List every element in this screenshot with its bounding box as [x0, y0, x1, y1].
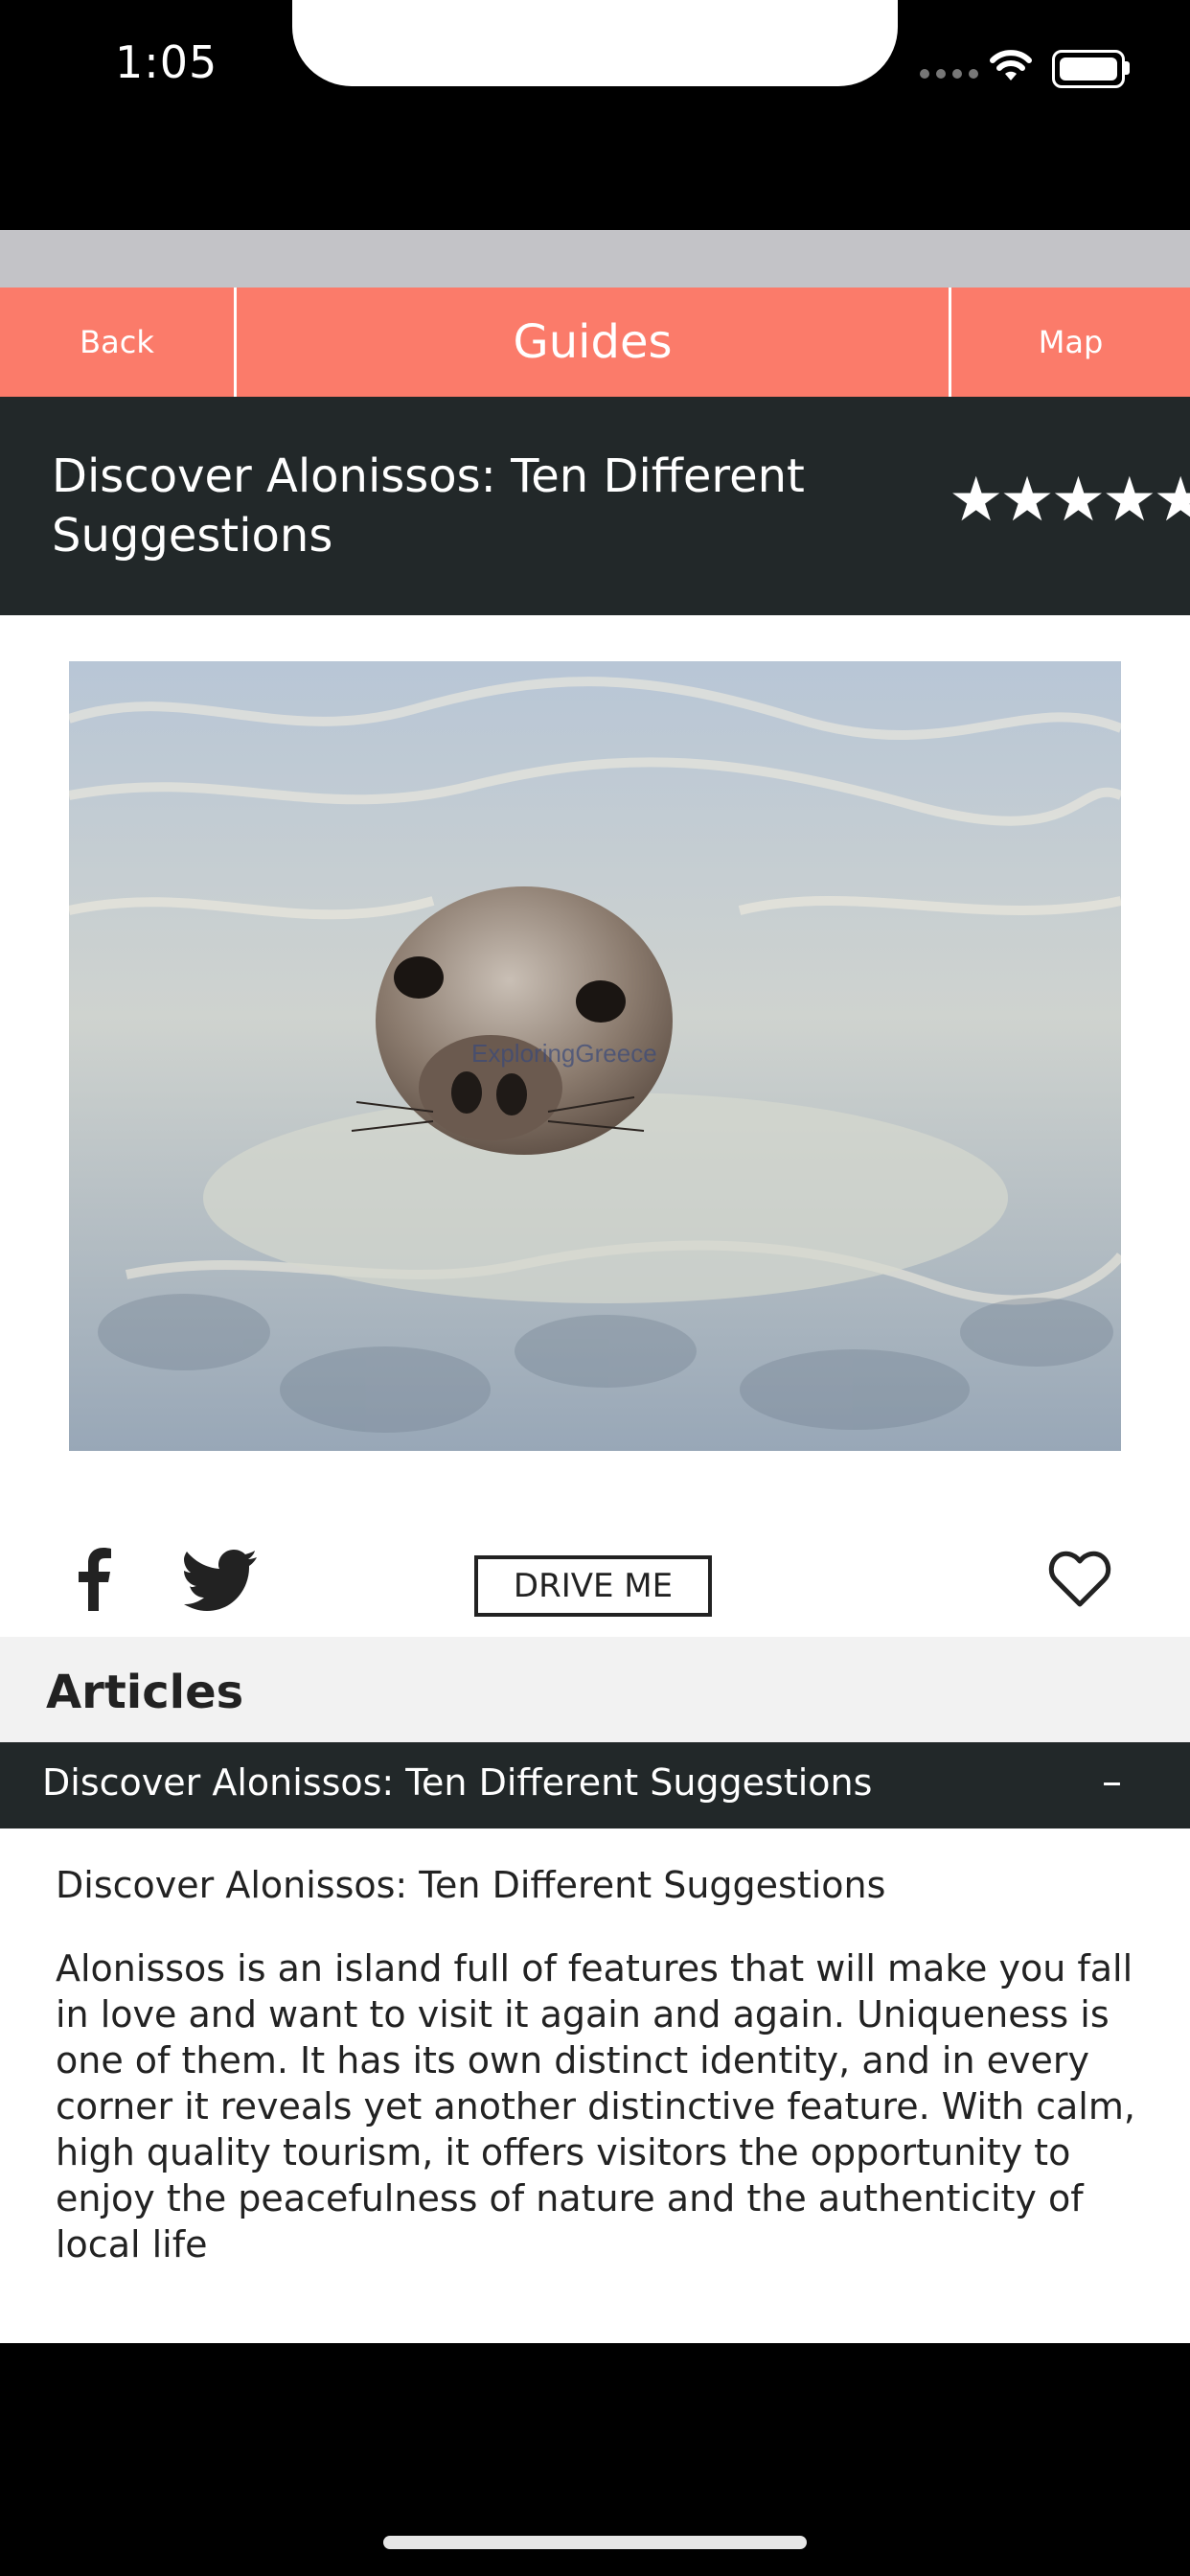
hero-watermark: ExploringGreece	[471, 1039, 657, 1068]
action-row: DRIVE ME	[0, 1471, 1190, 1617]
battery-tip	[1125, 61, 1130, 75]
rating-stars: ★★★★★	[949, 465, 1190, 536]
signal-icon	[920, 69, 978, 79]
collapse-icon[interactable]: –	[1102, 1758, 1122, 1805]
drive-me-button[interactable]: DRIVE ME	[474, 1555, 712, 1617]
article-subtitle: Discover Alonissos: Ten Different Sugges…	[56, 1864, 886, 1906]
twitter-icon[interactable]	[184, 1550, 257, 1611]
hero-image: ExploringGreece	[69, 661, 1121, 1451]
wifi-icon	[990, 50, 1032, 80]
accordion-title: Discover Alonissos: Ten Different Sugges…	[42, 1761, 873, 1804]
app-screen: Back Guides Map Discover Alonissos: Ten …	[0, 230, 1190, 2343]
articles-heading: Articles	[46, 1666, 244, 1719]
title-band: Discover Alonissos: Ten Different Sugges…	[0, 397, 1190, 615]
back-button[interactable]: Back	[0, 288, 234, 397]
article-accordion-header[interactable]: Discover Alonissos: Ten Different Sugges…	[0, 1742, 1190, 1828]
top-strip	[0, 230, 1190, 288]
map-button[interactable]: Map	[951, 288, 1190, 397]
status-time: 1:05	[115, 36, 218, 88]
facebook-icon[interactable]	[67, 1548, 121, 1611]
battery-icon	[1052, 50, 1125, 88]
favorite-heart-icon[interactable]	[1048, 1550, 1111, 1609]
articles-section-header: Articles	[0, 1637, 1190, 1742]
nav-bar: Back Guides Map	[0, 288, 1190, 397]
device-notch	[292, 0, 898, 86]
page-title: Discover Alonissos: Ten Different Sugges…	[52, 449, 805, 563]
nav-title: Guides	[513, 315, 673, 369]
home-indicator[interactable]	[383, 2536, 807, 2549]
article-body: Alonissos is an island full of features …	[56, 1947, 1135, 2266]
